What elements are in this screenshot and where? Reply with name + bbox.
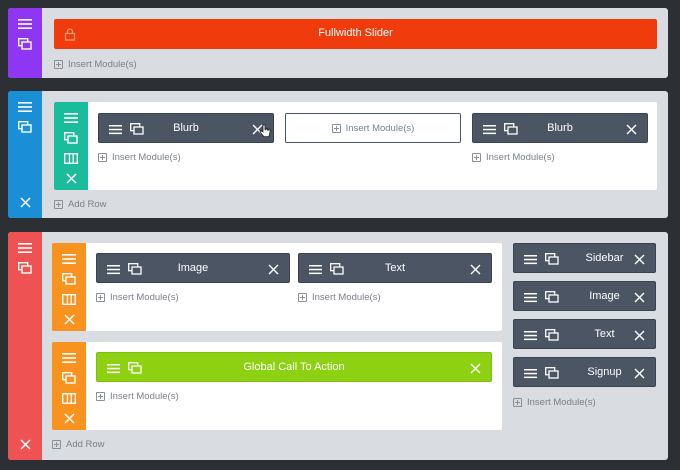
sidebar-module-0[interactable]: Sidebar: [513, 243, 656, 273]
duplicate-icon[interactable]: [61, 370, 77, 386]
hamburger-icon[interactable]: [17, 16, 33, 32]
plus-icon: [96, 392, 105, 401]
insert-module-button[interactable]: Insert Module(s): [96, 292, 179, 303]
plus-icon: [98, 153, 107, 162]
duplicate-icon[interactable]: [544, 365, 560, 381]
close-icon[interactable]: [631, 365, 647, 381]
hamburger-icon[interactable]: [522, 289, 538, 305]
cursor-hand-icon: [259, 124, 271, 141]
close-icon[interactable]: [631, 251, 647, 267]
insert-module-button[interactable]: Insert Module(s): [54, 59, 137, 70]
section-2-handle[interactable]: [8, 91, 42, 218]
duplicate-icon[interactable]: [61, 271, 77, 287]
fullwidth-slider-module[interactable]: Fullwidth Slider: [54, 19, 657, 49]
close-icon[interactable]: [631, 289, 647, 305]
duplicate-icon[interactable]: [127, 360, 143, 376]
close-icon[interactable]: [17, 194, 33, 210]
blurb-module[interactable]: Blurb: [472, 113, 648, 143]
sidebar-module-2[interactable]: Text: [513, 319, 656, 349]
section-1-handle[interactable]: [8, 8, 42, 78]
plus-icon: [54, 200, 63, 209]
sidebar-module-3[interactable]: Signup: [513, 357, 656, 387]
hamburger-icon[interactable]: [522, 327, 538, 343]
section-standard-1: Blurb Insert Module(s) Insert Module(s) …: [8, 91, 668, 218]
columns-icon[interactable]: [61, 390, 77, 406]
duplicate-icon[interactable]: [17, 36, 33, 52]
insert-module-button[interactable]: Insert Module(s): [298, 292, 381, 303]
section-fullwidth: Fullwidth Slider Insert Module(s): [8, 8, 668, 78]
insert-module-box[interactable]: Insert Module(s): [285, 113, 461, 143]
duplicate-icon[interactable]: [63, 130, 79, 146]
close-icon[interactable]: [467, 360, 483, 376]
insert-module-button[interactable]: Insert Module(s): [513, 397, 596, 408]
insert-module-button[interactable]: Insert Module(s): [472, 152, 555, 163]
global-call-to-action-module[interactable]: Global Call To Action: [96, 352, 492, 382]
row-handle[interactable]: [54, 102, 88, 190]
row-1: Blurb Insert Module(s) Insert Module(s) …: [54, 102, 657, 190]
section-specialty: Image Insert Module(s) Text Insert Modul…: [8, 232, 668, 460]
sidebar-module-1[interactable]: Image: [513, 281, 656, 311]
duplicate-icon[interactable]: [129, 121, 145, 137]
hamburger-icon[interactable]: [63, 110, 79, 126]
module-label: Fullwidth Slider: [318, 27, 393, 39]
duplicate-icon[interactable]: [503, 121, 519, 137]
close-icon[interactable]: [61, 410, 77, 426]
hamburger-icon[interactable]: [481, 121, 497, 137]
hamburger-icon[interactable]: [17, 99, 33, 115]
hamburger-icon[interactable]: [17, 240, 33, 256]
row-2: Global Call To Action Insert Module(s): [52, 342, 502, 430]
plus-icon: [52, 440, 61, 449]
plus-icon: [513, 398, 522, 407]
columns-icon[interactable]: [61, 291, 77, 307]
close-icon[interactable]: [631, 327, 647, 343]
hamburger-icon[interactable]: [522, 365, 538, 381]
duplicate-icon[interactable]: [17, 260, 33, 276]
add-row-button[interactable]: Add Row: [52, 439, 105, 450]
plus-icon: [472, 153, 481, 162]
add-row-button[interactable]: Add Row: [54, 199, 107, 210]
hamburger-icon[interactable]: [61, 251, 77, 267]
close-icon[interactable]: [467, 261, 483, 277]
close-icon[interactable]: [265, 261, 281, 277]
duplicate-icon[interactable]: [329, 261, 345, 277]
plus-icon: [331, 123, 341, 133]
sidebar-column: Sidebar Image Text Signup Insert Module(s): [513, 243, 656, 423]
close-icon[interactable]: [61, 311, 77, 327]
hamburger-icon[interactable]: [307, 261, 323, 277]
row-handle[interactable]: [52, 342, 86, 430]
text-module[interactable]: Text: [298, 253, 492, 283]
plus-icon: [96, 293, 105, 302]
plus-icon: [54, 60, 63, 69]
duplicate-icon[interactable]: [544, 289, 560, 305]
hamburger-icon[interactable]: [105, 360, 121, 376]
columns-icon[interactable]: [63, 150, 79, 166]
plus-icon: [298, 293, 307, 302]
insert-module-button[interactable]: Insert Module(s): [96, 391, 179, 402]
section-3-handle[interactable]: [8, 232, 42, 460]
image-module[interactable]: Image: [96, 253, 290, 283]
duplicate-icon[interactable]: [544, 327, 560, 343]
row-1: Image Insert Module(s) Text Insert Modul…: [52, 243, 502, 331]
close-icon[interactable]: [623, 121, 639, 137]
blurb-module[interactable]: Blurb: [98, 113, 274, 143]
hamburger-icon[interactable]: [105, 261, 121, 277]
module-label: Global Call To Action: [243, 361, 345, 373]
close-icon[interactable]: [63, 170, 79, 186]
hamburger-icon[interactable]: [61, 350, 77, 366]
insert-module-button[interactable]: Insert Module(s): [98, 152, 181, 163]
close-icon[interactable]: [17, 436, 33, 452]
hamburger-icon[interactable]: [522, 251, 538, 267]
hamburger-icon[interactable]: [107, 121, 123, 137]
duplicate-icon[interactable]: [17, 119, 33, 135]
duplicate-icon[interactable]: [544, 251, 560, 267]
duplicate-icon[interactable]: [127, 261, 143, 277]
row-handle[interactable]: [52, 243, 86, 331]
